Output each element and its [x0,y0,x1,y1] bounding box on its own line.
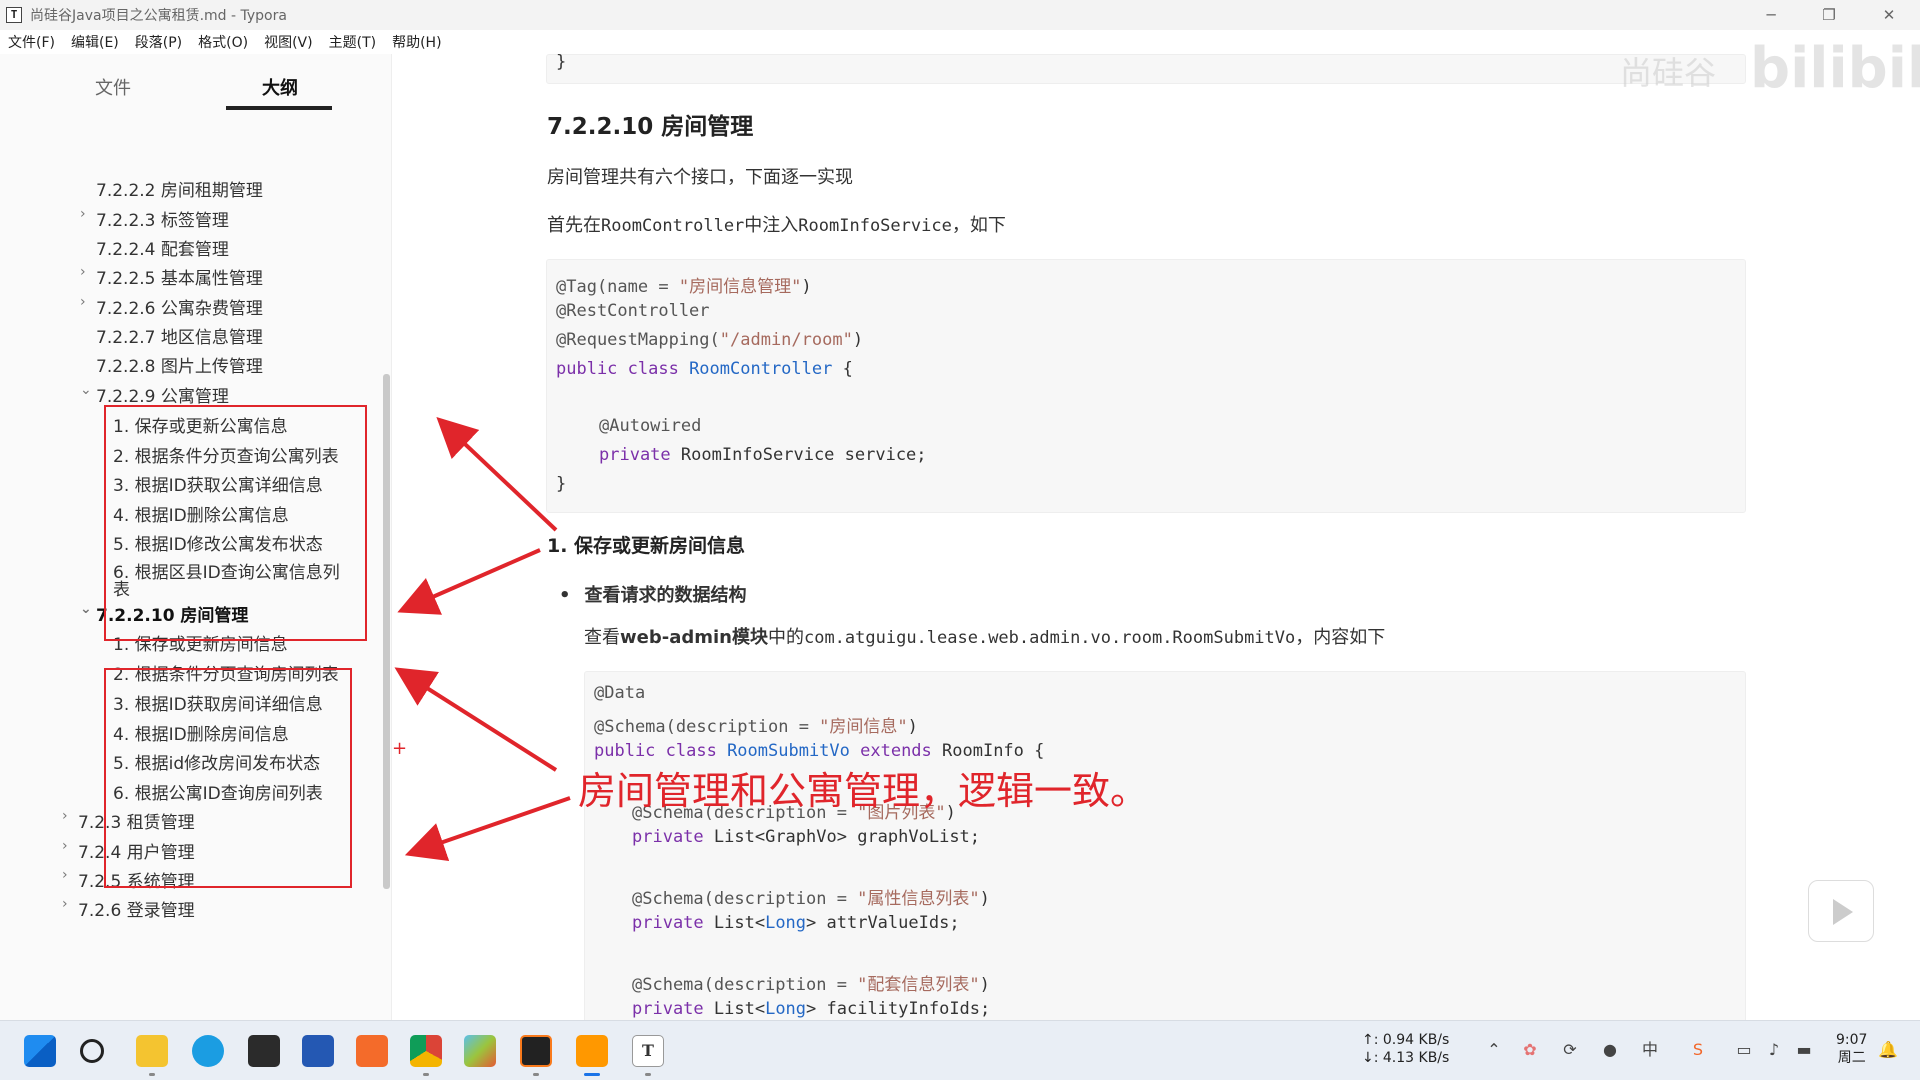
tray-app-icon[interactable]: ✿ [1520,1040,1540,1060]
arrow-to-room-header [394,667,558,772]
file-explorer-icon[interactable] [136,1035,168,1067]
intellij-idea-icon[interactable] [520,1035,552,1067]
terminal-icon[interactable] [248,1035,280,1067]
play-button[interactable] [1808,880,1874,942]
chevron-up-icon[interactable]: ⌃ [1484,1040,1504,1060]
arrow-to-apartment-list [397,548,541,615]
clock-time: 9:07 [1836,1032,1868,1048]
running-indicator [645,1073,651,1076]
sogou-input-icon[interactable]: S [1688,1040,1708,1060]
edge-browser-icon[interactable] [192,1035,224,1067]
store-icon[interactable] [302,1035,334,1067]
arrow-to-room-list [404,796,571,862]
battery-icon[interactable]: ▬ [1794,1040,1814,1060]
annotation-text: 房间管理和公寓管理，逻辑一致。 [578,769,1149,813]
windows-start-icon[interactable] [24,1035,56,1067]
download-speed: ↓: 4.13 KB/s [1362,1050,1450,1066]
ime-indicator[interactable]: 中 [1640,1040,1660,1060]
notification-bell-icon[interactable]: 🔔 [1878,1040,1898,1060]
sync-icon[interactable]: ⟳ [1560,1040,1580,1060]
typora-taskbar-icon[interactable]: T [632,1035,664,1067]
volume-icon[interactable]: ♪ [1764,1040,1784,1060]
ubuntu-icon[interactable] [356,1035,388,1067]
running-indicator [423,1073,429,1076]
chrome-icon[interactable] [410,1035,442,1067]
clock[interactable]: 9:07 周二 [1836,1031,1867,1067]
play-icon [1833,899,1853,925]
color-app-icon[interactable] [464,1035,496,1067]
running-indicator [149,1073,155,1076]
running-indicator [533,1073,539,1076]
arrow-to-apartment-header [436,417,558,532]
annotation-arrows [394,417,571,862]
network-icon[interactable]: ▭ [1734,1040,1754,1060]
network-speed: ↑: 0.94 KB/s ↓: 4.13 KB/s [1362,1031,1449,1067]
active-indicator [584,1073,600,1076]
search-icon[interactable] [80,1039,104,1063]
microphone-icon[interactable]: ● [1600,1040,1620,1060]
upload-speed: ↑: 0.94 KB/s [1362,1032,1450,1048]
taskbar: T ↑: 0.94 KB/s ↓: 4.13 KB/s ⌃ ✿ ⟳ ● 中 S … [0,1020,1920,1080]
clock-day: 周二 [1837,1050,1866,1066]
sublime-text-icon[interactable] [576,1035,608,1067]
